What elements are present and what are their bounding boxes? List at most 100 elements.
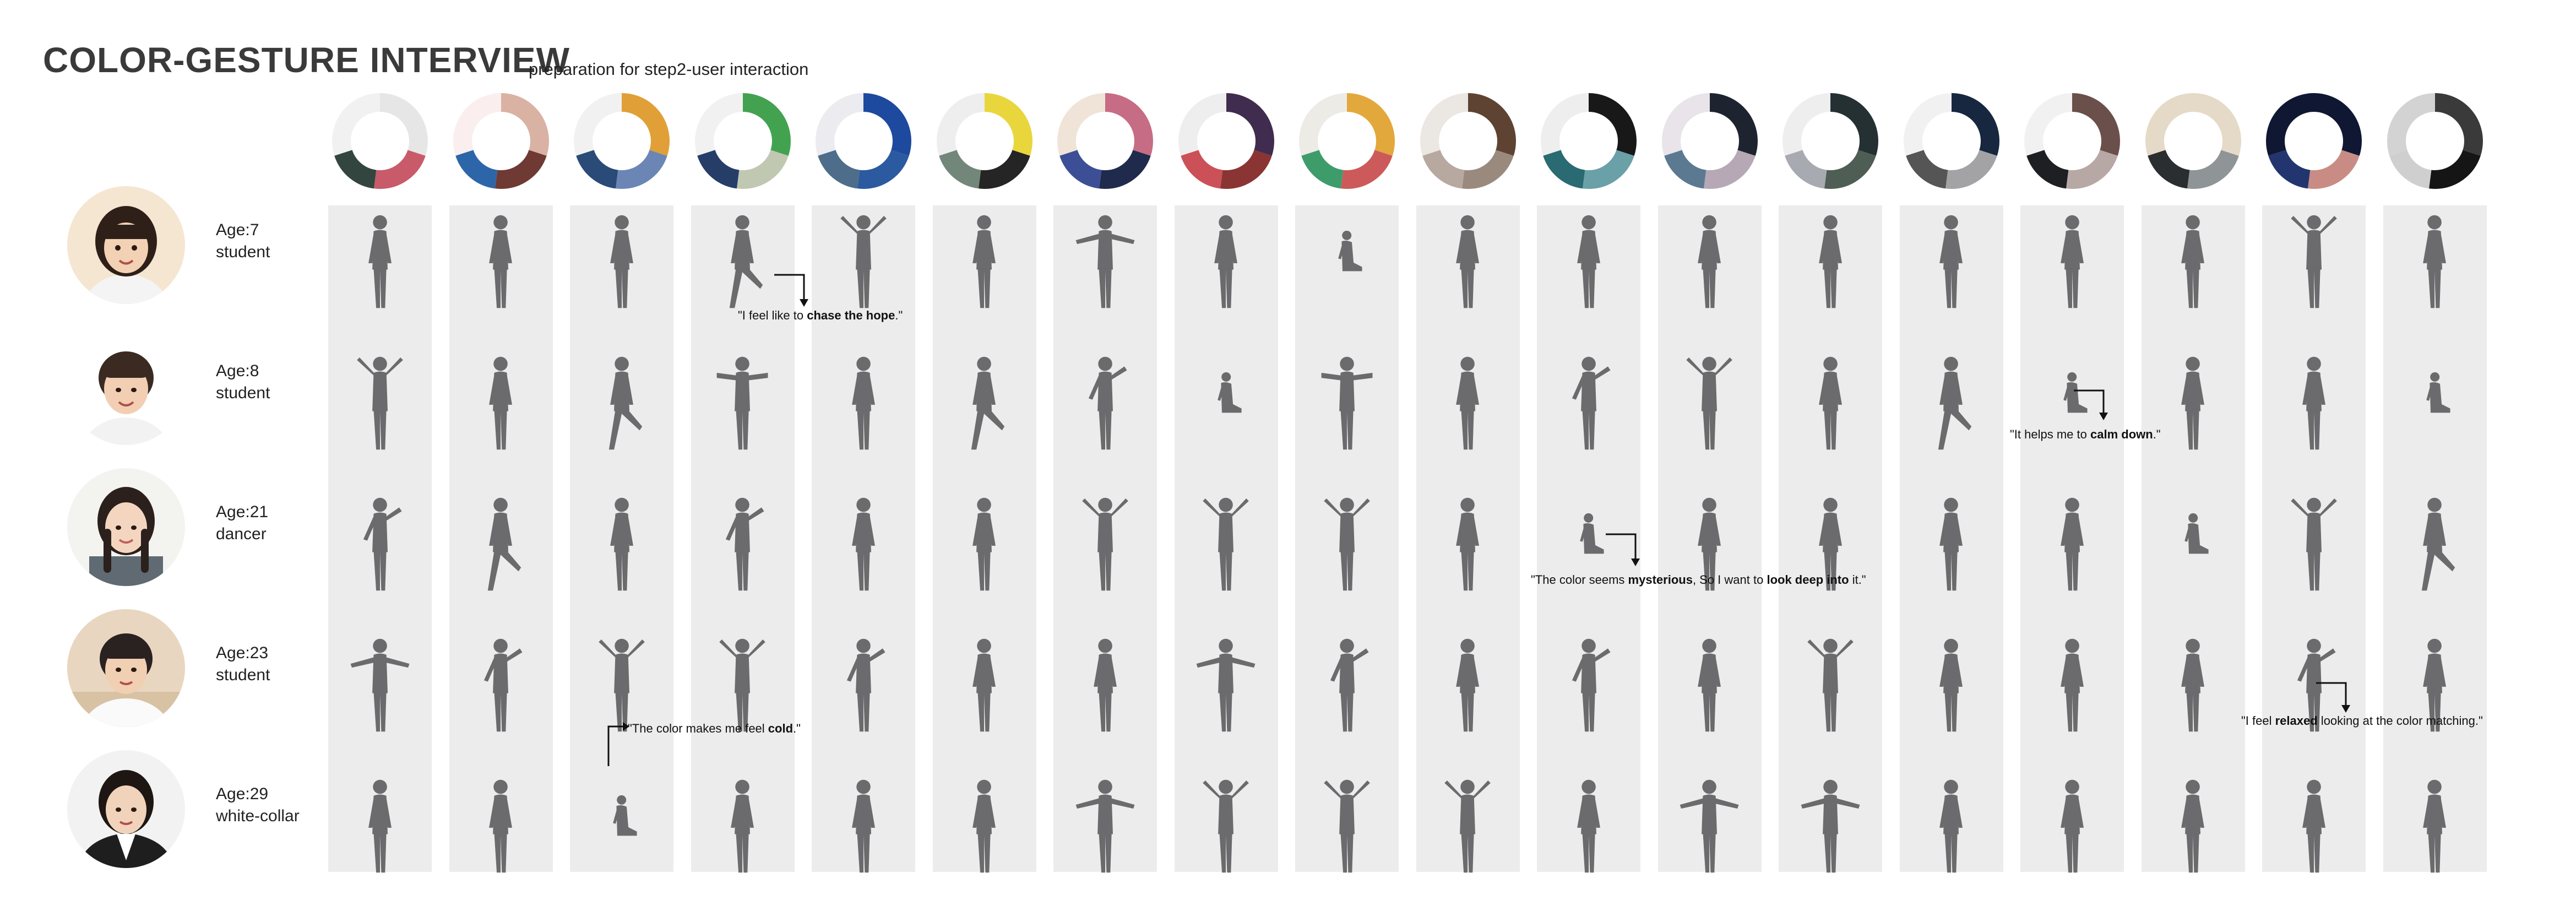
color-scheme-donut — [1178, 93, 1274, 189]
gesture-silhouette — [840, 215, 887, 308]
gesture-silhouette — [1577, 779, 1600, 873]
gesture-silhouette — [1330, 638, 1369, 732]
gesture-silhouette — [2061, 638, 2084, 732]
gesture-silhouette — [1203, 779, 1249, 873]
gesture-silhouette — [363, 497, 402, 591]
gesture-silhouette — [717, 356, 768, 450]
color-scheme-donut — [694, 93, 791, 189]
gesture-silhouette — [1938, 356, 1972, 450]
gesture-silhouette — [1807, 638, 1854, 732]
gesture-silhouette — [2291, 215, 2337, 308]
gesture-silhouette — [1819, 215, 1842, 308]
participant-label-1: Age:7 student — [216, 219, 270, 263]
gesture-silhouette — [2061, 215, 2084, 308]
gesture-silhouette — [489, 215, 513, 308]
gesture-silhouette — [1939, 638, 1963, 732]
participant-occupation: white-collar — [216, 807, 300, 825]
gesture-silhouette — [972, 779, 996, 873]
gesture-silhouette — [368, 779, 392, 873]
gesture-silhouette — [1444, 779, 1491, 873]
participant-age: Age:8 — [216, 362, 259, 380]
participant-age: Age:7 — [216, 221, 259, 239]
color-scheme-donut — [816, 93, 911, 189]
gesture-silhouette — [1939, 497, 1963, 591]
gesture-silhouette — [610, 215, 633, 308]
gesture-silhouette — [613, 795, 637, 836]
gesture-silhouette — [972, 638, 996, 732]
gesture-silhouette — [2184, 513, 2209, 554]
gesture-silhouette — [2291, 497, 2337, 591]
quote-mysterious: "The color seems mysterious, So I want t… — [1531, 573, 1866, 587]
gesture-silhouette — [608, 356, 643, 450]
gesture-silhouette — [1082, 497, 1128, 591]
gesture-silhouette — [846, 638, 885, 732]
gesture-silhouette — [2302, 779, 2325, 873]
participant-avatar-4 — [67, 609, 185, 727]
gesture-silhouette — [1075, 215, 1135, 308]
gesture-silhouette — [1321, 356, 1373, 450]
gesture-silhouette — [1197, 638, 1256, 732]
gesture-silhouette — [2181, 779, 2205, 873]
quote-relaxed: "I feel relaxed looking at the color mat… — [2241, 714, 2483, 728]
gesture-silhouette — [1456, 356, 1480, 450]
gesture-silhouette — [1572, 356, 1611, 450]
gesture-silhouette — [852, 497, 875, 591]
gesture-silhouette — [1075, 779, 1135, 873]
gesture-silhouette — [1819, 356, 1842, 450]
gesture-silhouette — [357, 356, 403, 450]
participant-occupation: dancer — [216, 525, 267, 543]
gesture-silhouette — [1580, 513, 1604, 554]
gesture-silhouette — [852, 356, 875, 450]
color-scheme-donut — [1782, 93, 1878, 189]
gesture-silhouette — [488, 497, 521, 591]
gesture-silhouette — [852, 779, 875, 873]
gesture-silhouette — [2426, 372, 2450, 413]
gesture-silhouette — [1577, 215, 1600, 308]
participant-avatar-1 — [67, 186, 185, 304]
color-scheme-donut — [1541, 93, 1637, 189]
gesture-silhouette — [1324, 779, 1370, 873]
color-scheme-donut — [2387, 93, 2483, 189]
gesture-silhouette — [1456, 497, 1480, 591]
quote-cold: "The color makes me feel cold." — [628, 722, 801, 735]
participant-label-5: Age:29 white-collar — [216, 783, 300, 827]
color-scheme-donut — [1057, 93, 1153, 189]
gesture-silhouette — [2063, 372, 2088, 413]
quote-calm-down: "It helps me to calm down." — [2010, 427, 2161, 441]
gesture-silhouette — [1456, 638, 1480, 732]
gesture-silhouette — [730, 215, 763, 308]
participant-occupation: student — [216, 666, 270, 684]
gesture-silhouette — [1939, 779, 1963, 873]
gesture-silhouette — [1939, 215, 1963, 308]
gesture-silhouette — [1088, 356, 1127, 450]
gesture-silhouette — [1698, 215, 1721, 308]
color-scheme-donut — [2266, 93, 2362, 189]
gesture-silhouette — [726, 497, 764, 591]
color-scheme-donut — [936, 93, 1032, 189]
participant-occupation: student — [216, 384, 270, 402]
gesture-silhouette — [2061, 497, 2084, 591]
page-title: COLOR-GESTURE INTERVIEW — [43, 40, 570, 80]
gesture-silhouette — [350, 638, 410, 732]
participant-label-2: Age:8 student — [216, 360, 270, 404]
gesture-silhouette — [1572, 638, 1611, 732]
gesture-silhouette — [484, 638, 523, 732]
gesture-silhouette — [719, 638, 766, 732]
gesture-silhouette — [731, 779, 754, 873]
gesture-silhouette — [1801, 779, 1860, 873]
gesture-silhouette — [489, 356, 513, 450]
gesture-silhouette — [2181, 356, 2205, 450]
participant-age: Age:29 — [216, 785, 269, 803]
gesture-silhouette — [1324, 497, 1370, 591]
gesture-silhouette — [1214, 215, 1238, 308]
color-scheme-donut — [2145, 93, 2241, 189]
gesture-silhouette — [972, 215, 996, 308]
gesture-silhouette — [599, 638, 645, 732]
color-scheme-donut — [453, 93, 549, 189]
gesture-silhouette — [2423, 779, 2447, 873]
gesture-silhouette — [2181, 215, 2205, 308]
gesture-silhouette — [2422, 497, 2455, 591]
gesture-silhouette — [1456, 215, 1480, 308]
participant-occupation: student — [216, 243, 270, 261]
participant-avatar-2 — [67, 327, 185, 445]
